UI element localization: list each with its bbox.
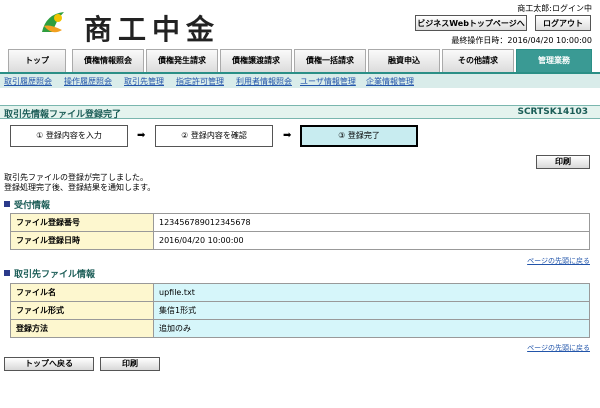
section-bullet-icon <box>4 270 10 276</box>
subnav-company-management[interactable]: 企業情報管理 <box>366 76 414 87</box>
receipt-section-heading: 受付情報 <box>4 198 50 211</box>
step-input: ① 登録内容を入力 <box>10 125 128 147</box>
user-status: 商工太郎:ログイン中 <box>517 4 592 13</box>
file-info-table: ファイル名 upfile.txt ファイル形式 集信1形式 登録方法 追加のみ <box>10 283 590 338</box>
file-name-label: ファイル名 <box>10 283 154 302</box>
tab-claim-issue[interactable]: 債権発生請求 <box>146 49 218 72</box>
file-registration-datetime-value: 2016/04/20 10:00:00 <box>153 231 590 250</box>
tab-other-requests[interactable]: その他請求 <box>442 49 514 72</box>
logout-button[interactable]: ログアウト <box>535 15 591 31</box>
subnav-transaction-history[interactable]: 取引履歴照会 <box>4 76 52 87</box>
step-confirm: ② 登録内容を確認 <box>155 125 273 147</box>
step-arrow-icon: ➡ <box>283 130 292 141</box>
page-top-link[interactable]: ページの先頭に戻る <box>527 256 590 266</box>
file-name-value: upfile.txt <box>153 283 590 302</box>
file-section-heading: 取引先ファイル情報 <box>4 267 95 280</box>
main-tab-bar: トップ 債権情報照会 債権発生請求 債権譲渡請求 債権一括請求 融資申込 その他… <box>0 49 600 74</box>
tab-claim-transfer[interactable]: 債権譲渡請求 <box>220 49 292 72</box>
subnav-partner-management[interactable]: 取引先管理 <box>124 76 164 87</box>
subnav-operation-history[interactable]: 操作履歴照会 <box>64 76 112 87</box>
registration-method-label: 登録方法 <box>10 319 154 338</box>
file-section-title: 取引先ファイル情報 <box>14 270 96 280</box>
back-to-top-button[interactable]: トップへ戻る <box>4 357 94 371</box>
section-bullet-icon <box>4 201 10 207</box>
notification-message: 登録処理完了後、登録結果を通知します。 <box>4 183 156 192</box>
print-button[interactable]: 印刷 <box>536 155 590 169</box>
screen-id: SCRTSK14103 <box>517 107 588 117</box>
step-arrow-icon: ➡ <box>137 130 146 141</box>
bank-name: 商工中金 <box>84 13 221 46</box>
table-row: 登録方法 追加のみ <box>10 319 590 338</box>
bank-logo: 商工中金 <box>36 6 246 46</box>
tab-loan-application[interactable]: 融資申込 <box>368 49 440 72</box>
file-format-value: 集信1形式 <box>153 301 590 320</box>
file-format-label: ファイル形式 <box>10 301 154 320</box>
logo-icon <box>37 7 69 39</box>
step-complete: ③ 登録完了 <box>300 125 418 147</box>
tab-admin[interactable]: 管理業務 <box>516 49 592 72</box>
tab-claim-inquiry[interactable]: 債権情報照会 <box>72 49 144 72</box>
file-registration-datetime-label: ファイル登録日時 <box>10 231 154 250</box>
table-row: ファイル名 upfile.txt <box>10 283 590 302</box>
table-row: ファイル形式 集信1形式 <box>10 301 590 320</box>
subnav-permission-management[interactable]: 指定許可管理 <box>176 76 224 87</box>
receipt-info-table: ファイル登録番号 123456789012345678 ファイル登録日時 201… <box>10 213 590 250</box>
receipt-section-title: 受付情報 <box>14 201 51 211</box>
subnav-user-management[interactable]: ユーザ情報管理 <box>300 76 356 87</box>
table-row: ファイル登録日時 2016/04/20 10:00:00 <box>10 231 590 250</box>
subnav-user-info-inquiry[interactable]: 利用者情報照会 <box>236 76 292 87</box>
registration-method-value: 追加のみ <box>153 319 590 338</box>
tab-top[interactable]: トップ <box>8 49 66 72</box>
web-top-page-button[interactable]: ビジネスWebトップページへ <box>415 15 527 31</box>
file-registration-number-value: 123456789012345678 <box>153 213 590 232</box>
tab-claim-batch[interactable]: 債権一括請求 <box>294 49 366 72</box>
print-button-bottom[interactable]: 印刷 <box>100 357 160 371</box>
sub-navigation: 取引履歴照会 操作履歴照会 取引先管理 指定許可管理 利用者情報照会 ユーザ情報… <box>0 74 600 88</box>
page-title: 取引先情報ファイル登録完了 <box>4 110 122 120</box>
page-top-link[interactable]: ページの先頭に戻る <box>527 343 590 353</box>
last-operation-time: 最終操作日時：2016/04/20 10:00:00 <box>451 36 592 45</box>
file-registration-number-label: ファイル登録番号 <box>10 213 154 232</box>
table-row: ファイル登録番号 123456789012345678 <box>10 213 590 232</box>
